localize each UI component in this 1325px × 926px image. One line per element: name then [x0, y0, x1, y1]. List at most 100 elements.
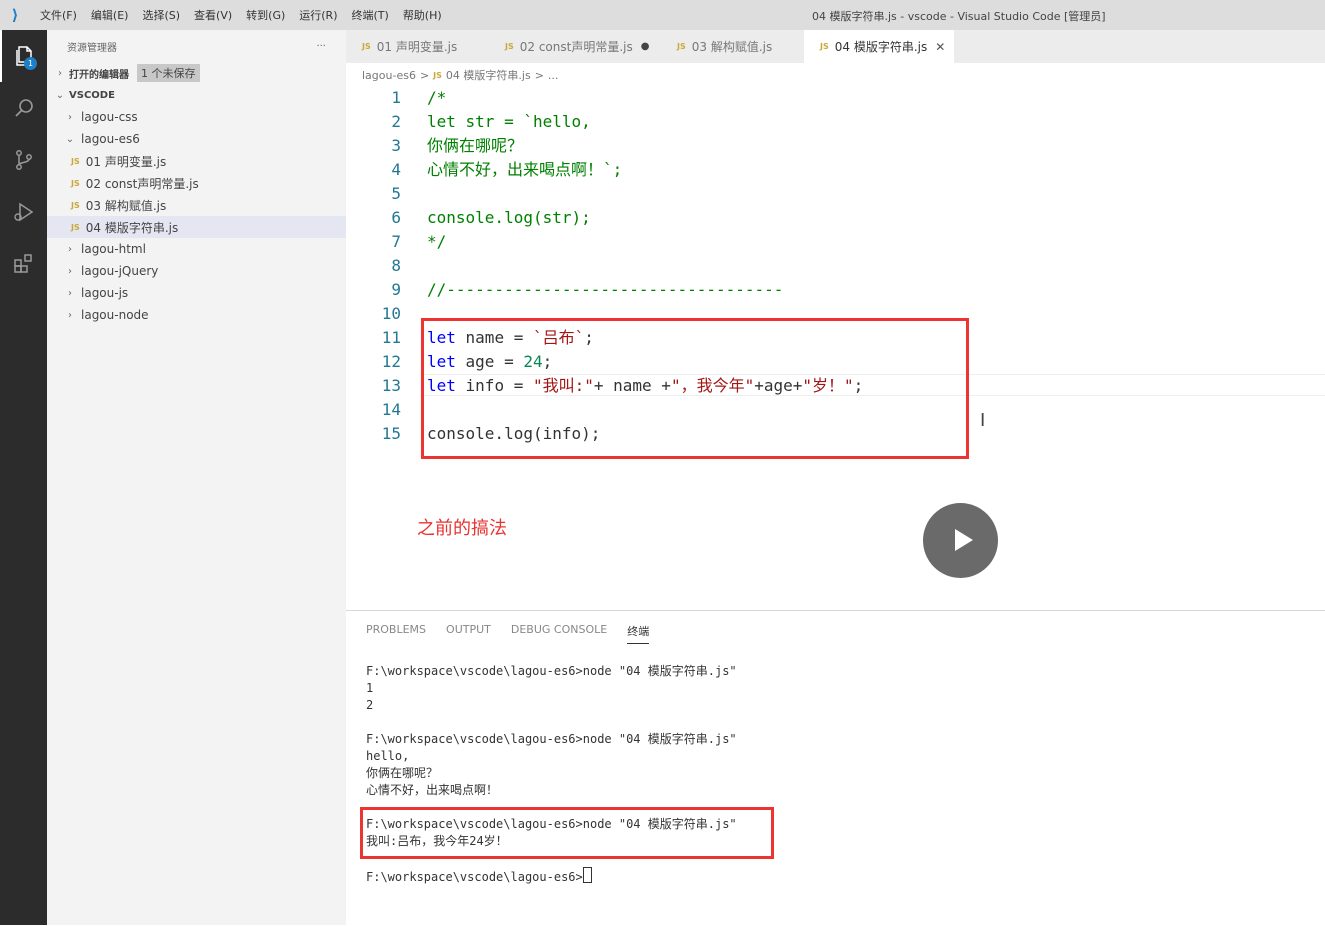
line-number: 10: [381, 304, 401, 323]
js-file-icon: JS: [433, 70, 442, 80]
terminal-line: 你俩在哪呢？: [366, 766, 439, 780]
chevron-right-icon: ›: [68, 309, 72, 321]
folder-lagou-es6[interactable]: ⌄ lagou-es6: [47, 128, 346, 150]
file-label: 04 模版字符串.js: [85, 220, 179, 235]
js-file-icon: JS: [71, 178, 80, 188]
code-line: 4 心情不好，出来喝点啊！`;: [346, 158, 1325, 182]
js-file-icon: JS: [71, 200, 80, 210]
chevron-down-icon: ⌄: [55, 89, 65, 101]
terminal-line: F:\workspace\vscode\lagou-es6>node "04 模…: [366, 664, 737, 678]
line-number: 13: [381, 376, 401, 395]
js-file-icon: JS: [71, 156, 80, 166]
file-04[interactable]: JS 04 模版字符串.js: [47, 216, 346, 238]
breadcrumb-folder[interactable]: lagou-es6: [362, 69, 416, 82]
editor-tabs: JS 01 声明变量.js JS 02 const声明常量.js ● JS 03…: [346, 30, 1325, 63]
menu-selection[interactable]: 选择(S): [142, 7, 180, 23]
folder-lagou-html[interactable]: › lagou-html: [47, 238, 346, 260]
code-line: 8: [346, 254, 1325, 278]
folder-label: lagou-jQuery: [81, 264, 159, 278]
more-actions-icon[interactable]: ···: [316, 41, 326, 52]
line-number: 1: [391, 88, 401, 107]
terminal-line: F:\workspace\vscode\lagou-es6>node "04 模…: [366, 732, 737, 746]
title-bar: ⟩ 文件(F) 编辑(E) 选择(S) 查看(V) 转到(G) 运行(R) 终端…: [0, 0, 1325, 30]
terminal-cursor: [582, 867, 592, 883]
js-file-icon: JS: [505, 42, 514, 51]
code-text: 你俩在哪呢？: [427, 136, 524, 155]
chevron-right-icon: ›: [68, 243, 72, 255]
line-number: 3: [391, 136, 401, 155]
code-line: 6 console.log(str);: [346, 206, 1325, 230]
bottom-panel: PROBLEMS OUTPUT DEBUG CONSOLE 终端 F:\work…: [346, 610, 1325, 926]
tab-label: 01 声明变量.js: [376, 40, 458, 54]
tab-label: 03 解构赋值.js: [691, 40, 773, 54]
play-video-icon[interactable]: [923, 503, 998, 578]
tab-debug-console[interactable]: DEBUG CONSOLE: [511, 623, 607, 644]
explorer-sidebar: 资源管理器 ··· › 打开的编辑器 1 个未保存 ⌄ VSCODE › lag…: [47, 30, 346, 925]
tab-terminal[interactable]: 终端: [627, 623, 650, 644]
search-activity[interactable]: [0, 82, 47, 134]
search-icon: [14, 99, 33, 117]
file-01[interactable]: JS 01 声明变量.js: [47, 150, 346, 172]
extensions-icon: [13, 254, 32, 273]
breadcrumb-more[interactable]: ...: [548, 69, 559, 82]
breadcrumb-file[interactable]: 04 模版字符串.js: [446, 67, 531, 83]
line-number: 12: [381, 352, 401, 371]
workspace-section[interactable]: ⌄ VSCODE: [47, 84, 346, 106]
tab-problems[interactable]: PROBLEMS: [366, 623, 426, 644]
open-editors-section[interactable]: › 打开的编辑器 1 个未保存: [47, 62, 346, 84]
breadcrumb-separator: >: [419, 68, 430, 82]
menu-bar: 文件(F) 编辑(E) 选择(S) 查看(V) 转到(G) 运行(R) 终端(T…: [40, 7, 442, 23]
terminal-prompt[interactable]: F:\workspace\vscode\lagou-es6>: [366, 867, 592, 886]
activity-bar: 1: [0, 30, 47, 925]
menu-help[interactable]: 帮助(H): [403, 7, 442, 23]
tab-label: 04 模版字符串.js: [834, 40, 928, 54]
code-text: 心情不好，出来喝点啊！`;: [427, 160, 623, 179]
menu-file[interactable]: 文件(F): [40, 7, 77, 23]
folder-lagou-css[interactable]: › lagou-css: [47, 106, 346, 128]
code-text: let str = `hello,: [427, 112, 591, 131]
unsaved-dot-icon[interactable]: ●: [641, 41, 650, 52]
folder-lagou-jquery[interactable]: › lagou-jQuery: [47, 260, 346, 282]
chevron-right-icon: ›: [58, 67, 62, 79]
menu-go[interactable]: 转到(G): [246, 7, 285, 23]
file-02[interactable]: JS 02 const声明常量.js: [47, 172, 346, 194]
line-number: 7: [391, 232, 401, 251]
highlight-box-output: [360, 807, 774, 859]
breadcrumb-separator: >: [534, 68, 544, 82]
close-icon[interactable]: ✕: [935, 40, 945, 54]
tab-03[interactable]: JS 03 解构赋值.js: [661, 30, 804, 63]
explorer-activity[interactable]: 1: [0, 30, 47, 82]
tab-label: 02 const声明常量.js: [519, 40, 633, 54]
line-number: 6: [391, 208, 401, 227]
code-text: /*: [427, 88, 447, 107]
code-line: 3 你俩在哪呢？: [346, 134, 1325, 158]
tab-output[interactable]: OUTPUT: [446, 623, 491, 644]
tab-04[interactable]: JS 04 模版字符串.js ✕: [804, 30, 954, 63]
code-line: 2 let str = `hello,: [346, 110, 1325, 134]
file-label: 02 const声明常量.js: [85, 176, 199, 191]
code-line: 5: [346, 182, 1325, 206]
run-debug-activity[interactable]: [0, 186, 47, 238]
js-file-icon: JS: [71, 222, 80, 232]
menu-edit[interactable]: 编辑(E): [91, 7, 129, 23]
source-control-activity[interactable]: [0, 134, 47, 186]
file-label: 01 声明变量.js: [85, 154, 167, 169]
menu-terminal[interactable]: 终端(T): [352, 7, 389, 23]
line-number: 5: [391, 184, 401, 203]
menu-run[interactable]: 运行(R): [299, 7, 337, 23]
terminal-prompt-text: F:\workspace\vscode\lagou-es6>: [366, 870, 583, 884]
folder-lagou-js[interactable]: › lagou-js: [47, 282, 346, 304]
line-number: 11: [381, 328, 401, 347]
chevron-down-icon: ⌄: [65, 133, 75, 145]
tab-01[interactable]: JS 01 声明变量.js: [346, 30, 489, 63]
tab-02[interactable]: JS 02 const声明常量.js ●: [489, 30, 661, 63]
folder-lagou-node[interactable]: › lagou-node: [47, 304, 346, 326]
file-03[interactable]: JS 03 解构赋值.js: [47, 194, 346, 216]
code-line: 7 */: [346, 230, 1325, 254]
terminal-line: 1: [366, 681, 374, 695]
js-file-icon: JS: [677, 42, 686, 51]
js-file-icon: JS: [362, 42, 371, 51]
code-line: 9 //-----------------------------------: [346, 278, 1325, 302]
extensions-activity[interactable]: [0, 238, 47, 290]
menu-view[interactable]: 查看(V): [194, 7, 232, 23]
